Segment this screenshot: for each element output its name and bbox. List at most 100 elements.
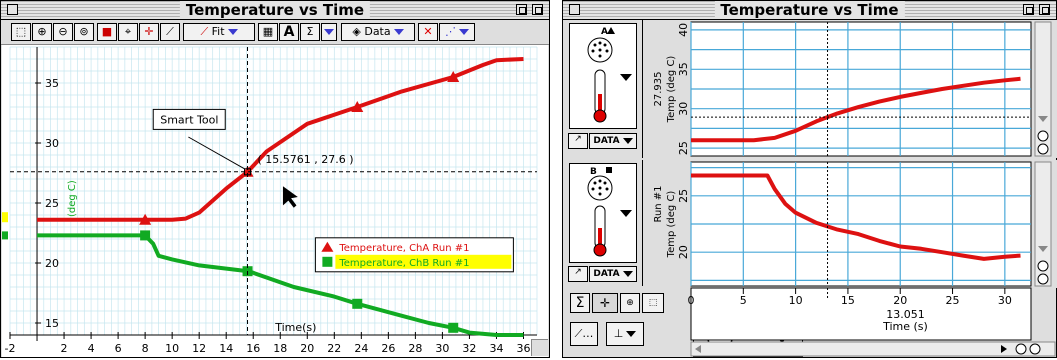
x-tick-label: 0 — [688, 294, 695, 307]
bottom-y-tick-label: 25 — [677, 189, 690, 203]
x-axis-label: Time (s) — [882, 320, 928, 333]
window-title: Temperature vs Time — [714, 1, 905, 19]
tangent-icon: ⟋ — [166, 25, 174, 38]
top-data-dropdown-arrow — [622, 137, 633, 144]
horizontal-scrollbar — [690, 341, 1056, 357]
data-dropdown-arrow — [393, 29, 404, 35]
top-y-tick-label: 35 — [677, 62, 690, 76]
bottom-graph-button[interactable]: ↗ — [568, 266, 588, 282]
line-graph-icon: ⟋… — [574, 327, 594, 340]
left-graph[interactable]: -2 2 4 6 8 10 12 14 16 18 20 22 24 26 28 30 32 34 36152025… — [2, 45, 548, 357]
x-zoom-in-icon — [1029, 343, 1041, 355]
x-tick-label: 20 — [300, 342, 314, 355]
top-zoom-out-icon — [1037, 143, 1049, 155]
top-y-tick-label: 30 — [677, 102, 690, 116]
close-box[interactable] — [7, 4, 18, 15]
zoom-box[interactable] — [1023, 4, 1034, 15]
bottom-run-label: Run #1 — [653, 185, 664, 222]
zoom-out-icon: ⊖ — [58, 25, 68, 38]
data-menu[interactable]: ◈ Data — [341, 23, 415, 41]
integral-menu[interactable] — [321, 23, 337, 41]
x-tick-label: 34 — [489, 342, 503, 355]
graph-toolbar: ⬚ ⊕ ⊖ ⊚ ■ ⌖ ✛ ⟋ ⟋ Fit ▦ A Σ ◈ Data ✕ ⋰ — [1, 20, 549, 45]
zoom-out-button[interactable]: ⊖ — [53, 23, 73, 41]
integral-dropdown-arrow — [324, 29, 334, 35]
text-annotation-button[interactable]: A — [279, 23, 299, 41]
collapse-box[interactable] — [532, 4, 543, 15]
zoom-button[interactable]: ⊕ — [620, 293, 640, 313]
statistics-button[interactable]: Σ — [570, 293, 590, 313]
tangent-button[interactable]: ⟋ — [160, 23, 180, 41]
top-zoom-in-icon — [1037, 130, 1049, 142]
x-tick-label: 14 — [219, 342, 233, 355]
y-tick-label: 35 — [45, 77, 59, 90]
axis-icon: ⊥ — [613, 327, 624, 340]
delete-icon: ✕ — [423, 25, 433, 38]
x-tick-label: 20 — [893, 294, 907, 307]
x-tick-label: 24 — [354, 342, 368, 355]
x-tick-label: 10 — [789, 294, 803, 307]
bottom-data-button[interactable]: DATA — [589, 266, 637, 282]
x-zoom-out-icon — [1015, 343, 1027, 355]
x-tick-label: 5 — [740, 294, 747, 307]
x-tick-label: 25 — [946, 294, 960, 307]
x-tick-label: 15 — [841, 294, 855, 307]
fit-dropdown-arrow — [227, 29, 238, 35]
y-tick-label: 15 — [45, 317, 59, 330]
plot-background — [2, 45, 548, 357]
graph-options-icon: ⋰ — [445, 25, 456, 38]
crosshair-icon: ✛ — [599, 296, 611, 310]
top-data-button[interactable]: DATA — [589, 133, 637, 149]
smart-tool-button[interactable]: ✛ — [139, 23, 159, 41]
x-tick-label: 32 — [462, 342, 476, 355]
chb-marker — [352, 298, 363, 309]
autoscale-icon: ⬚ — [15, 25, 27, 38]
integral-button[interactable]: Σ — [300, 23, 320, 41]
graph-options-menu[interactable]: ⋰ — [439, 23, 475, 41]
top-data-label: DATA — [593, 136, 620, 146]
axis-menu[interactable]: ⊥ — [606, 322, 644, 346]
legend-cha-label: Temperature, ChA Run #1 — [338, 243, 469, 254]
channel-b-sensor-box[interactable]: B — [569, 163, 637, 263]
top-graph-button[interactable]: ↗ — [568, 133, 588, 149]
top-panel-sidebar: A ↗ DATA — [564, 20, 643, 158]
cha-start-marker — [2, 212, 8, 223]
statistics-button[interactable]: ▦ — [258, 23, 278, 41]
zoom-in-button[interactable]: ⊕ — [32, 23, 52, 41]
top-y-tick-label: 40 — [677, 23, 690, 37]
lock-button[interactable]: ■ — [97, 23, 117, 41]
right-graphs[interactable]: 25303540Temp (deg C)27.9352025Temp (deg … — [643, 20, 1057, 357]
statistics-icon: ▦ — [262, 25, 274, 38]
x-tick-label: 16 — [246, 342, 260, 355]
channel-a-sensor-box[interactable]: A — [569, 23, 637, 129]
window-title: Temperature vs Time — [179, 1, 371, 19]
graph-style-button[interactable]: ⟋… — [570, 322, 598, 346]
right-title-bar[interactable]: Temperature vs Time — [563, 1, 1056, 20]
top-readout: 27.935 — [653, 72, 664, 107]
chb-marker — [140, 230, 151, 241]
lock-icon: ■ — [101, 25, 113, 38]
delete-button[interactable]: ✕ — [418, 23, 438, 41]
smart-tool-button[interactable]: ✛ — [592, 293, 618, 313]
zoom-box[interactable] — [516, 4, 527, 15]
y-tick-label: 30 — [45, 137, 59, 150]
y-axis-label: (deg C) — [67, 180, 78, 217]
autoscale-button[interactable]: ⬚ — [11, 23, 31, 41]
collapse-box[interactable] — [1039, 4, 1050, 15]
coordinate-readout: ( 15.5761 , 27.6 ) — [258, 153, 354, 166]
smart-tool-label: Smart Tool — [160, 113, 218, 126]
legend-chb-marker — [322, 256, 333, 267]
integral-icon: Σ — [306, 25, 314, 38]
axis-dropdown-arrow — [626, 331, 637, 337]
x-tick-label: 22 — [327, 342, 341, 355]
left-bottom-scroll[interactable] — [531, 339, 548, 356]
graph-options-dropdown-arrow — [459, 29, 469, 35]
left-title-bar[interactable]: Temperature vs Time — [1, 1, 549, 20]
zoom-box-button[interactable]: ⊚ — [74, 23, 94, 41]
fit-menu[interactable]: ⟋ Fit — [183, 23, 255, 41]
y-tick-label: 25 — [45, 197, 59, 210]
xy-icon: ✛ — [144, 25, 154, 38]
examine-button[interactable]: ⌖ — [118, 23, 138, 41]
x-axis-label: Time(s) — [274, 321, 316, 334]
close-box[interactable] — [569, 4, 580, 15]
